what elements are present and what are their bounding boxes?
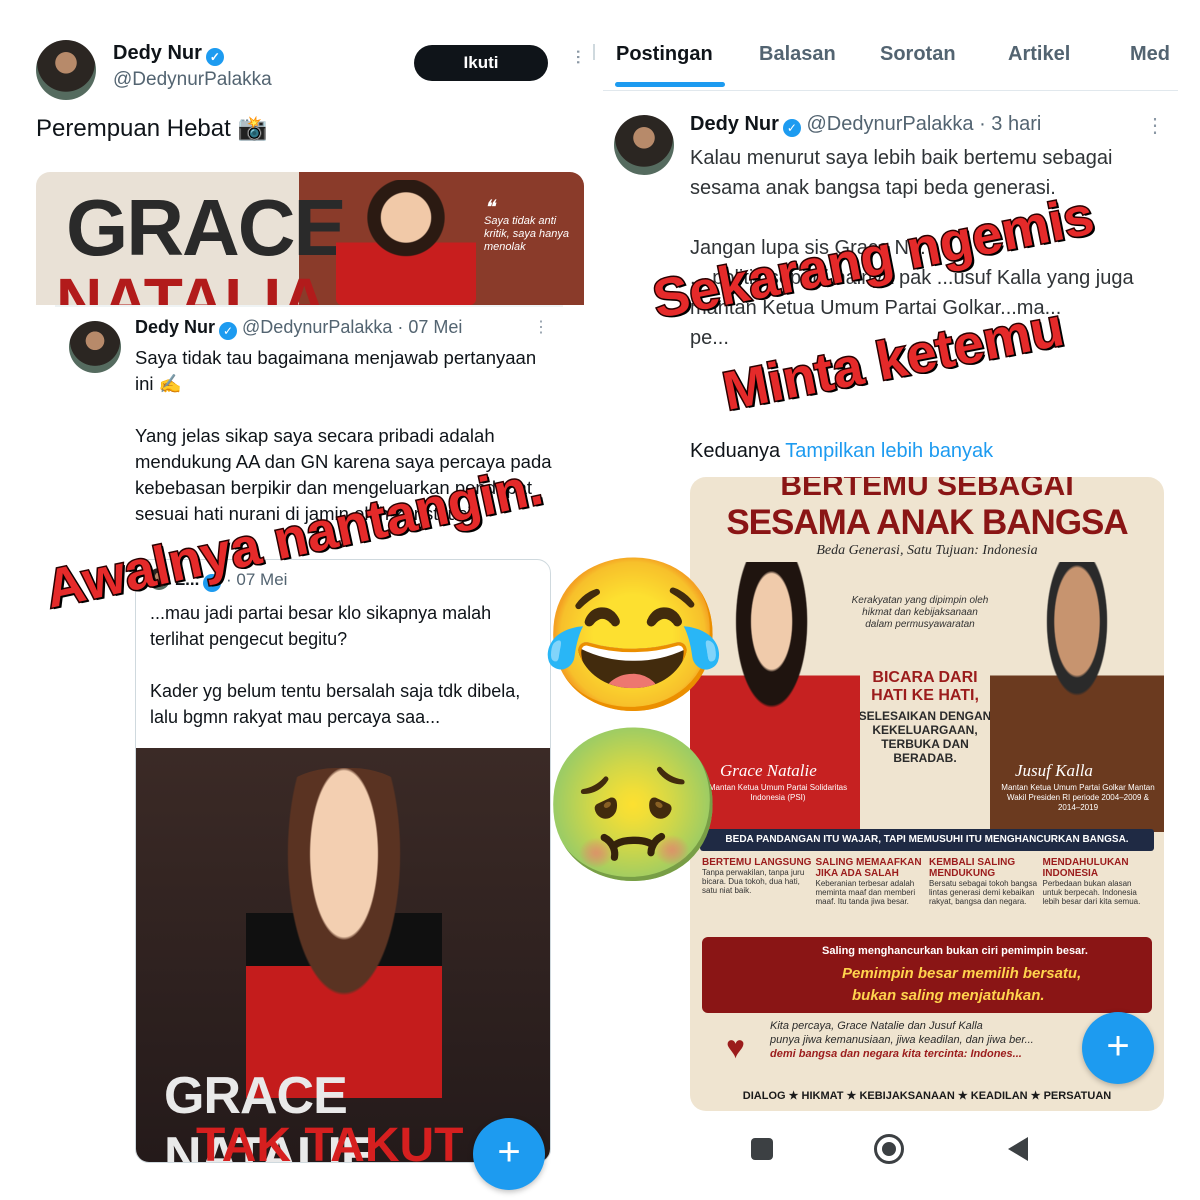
poster-subtitle: TAK TAKUT — [196, 1119, 464, 1163]
right-author-avatar[interactable] — [614, 115, 674, 175]
info-subtitle: Beda Generasi, Satu Tujuan: Indonesia — [816, 543, 1038, 558]
info-center2: SELESAIKAN DENGAN KEKELUARGAAN, TERBUKA … — [858, 709, 992, 765]
point-4: MENDAHULUKAN INDONESIA Perbedaan bukan al… — [1042, 857, 1141, 906]
band-line-1: Saling menghancurkan bukan ciri pemimpin… — [822, 945, 1088, 957]
info-footer: DIALOG ★ HIKMAT ★ KEBIJAKSANAAN ★ KEADIL… — [742, 1090, 1112, 1102]
banner-title: GRACE — [66, 183, 347, 272]
info-quote: Kerakyatan yang dipimpin oleh hikmat dan… — [851, 595, 989, 630]
quoted-post[interactable]: Dedy Nur ✓ @DedynurPalakka · 07 Mei ⋮ Say… — [55, 305, 563, 1185]
point-3: KEMBALI SALING MENDUKUNG Bersatu sebagai … — [929, 857, 1038, 906]
active-tab-indicator — [615, 82, 725, 87]
heart-icon: ♥ — [726, 1029, 745, 1065]
info-red-band: Saling menghancurkan bukan ciri pemimpin… — [702, 937, 1152, 1013]
banner-portrait — [336, 180, 476, 305]
quoted-more-icon[interactable]: ⋮ — [533, 317, 549, 337]
info-center1: BICARA DARI HATI KE HATI, — [871, 669, 979, 704]
quote-mark-icon: ❝ — [484, 197, 495, 219]
info-top: BERTEMU SEBAGAI — [780, 477, 1074, 502]
grace-role: Mantan Ketua Umum Partai Solidaritas Ind… — [708, 783, 848, 802]
recent-apps-button[interactable] — [751, 1138, 773, 1160]
tab-media[interactable]: Med — [1130, 43, 1170, 66]
point-2: SALING MEMAAFKAN JIKA ADA SALAH Keberania… — [815, 857, 922, 906]
infographic-image[interactable]: BERTEMU SEBAGAI SESAMA ANAK BANGSA Beda … — [690, 477, 1164, 1111]
compose-post-button[interactable]: + — [473, 1118, 545, 1190]
verified-badge-icon: ✓ — [782, 119, 801, 137]
author-avatar[interactable] — [36, 40, 96, 100]
quoted-author-avatar[interactable] — [69, 321, 121, 373]
right-post-header: Dedy Nur ✓ @DedynurPalakka · 3 hari — [690, 113, 1042, 137]
tab-sorotan[interactable]: Sorotan — [880, 43, 956, 66]
nested-poster-image[interactable]: GRACE NATALIE TAK TAKUT — [136, 748, 550, 1163]
author-name[interactable]: Dedy Nur ✓ — [113, 42, 224, 66]
nested-quote-card[interactable]: L... ✓ · 07 Mei ...mau jadi partai besar … — [135, 559, 551, 1163]
nested-text: ...mau jadi partai besar klo sikapnya ma… — [150, 603, 521, 727]
band-line-2: Pemimpin besar memilih bersatu, — [842, 965, 1082, 982]
info-closing: Kita percaya, Grace Natalie dan Jusuf Ka… — [770, 1020, 1034, 1060]
nauseated-face-emoji-icon: 🤢 — [540, 721, 727, 889]
screenshot-collage: Dedy Nur ✓ @DedynurPalakka Ikuti ··· Pere… — [0, 0, 1200, 1200]
laughing-crying-emoji-icon: 😂 — [540, 551, 727, 719]
post-media-banner[interactable]: GRACE NATALIA ❝ Saya tidak anti kritik, … — [36, 172, 584, 305]
follow-button[interactable]: Ikuti — [414, 45, 548, 81]
band-line-3: bukan saling menjatuhkan. — [852, 987, 1045, 1004]
back-button[interactable] — [1008, 1137, 1028, 1161]
grace-name: Grace Natalie — [720, 761, 817, 780]
post-text: Perempuan Hebat 📸 — [36, 115, 268, 142]
poster-portrait — [246, 768, 442, 1098]
right-more-options-icon[interactable]: ⋮ — [1145, 113, 1165, 138]
verified-badge-icon: ✓ — [219, 322, 238, 340]
info-points: BERTEMU LANGSUNG Tanpa perwakilan, tanpa … — [702, 857, 1152, 933]
right-post-more: Keduanya Tampilkan lebih banyak — [690, 440, 994, 462]
info-banner: BEDA PANDANGAN ITU WAJAR, TAPI MEMUSUHI … — [700, 829, 1154, 851]
tab-artikel[interactable]: Artikel — [1008, 43, 1070, 66]
verified-badge-icon: ✓ — [205, 48, 224, 66]
banner-title-2: NATALIA — [56, 265, 328, 305]
jusuf-name: Jusuf Kalla — [1015, 761, 1093, 780]
compose-post-button-right[interactable]: + — [1082, 1012, 1154, 1084]
tab-postingan[interactable]: Postingan — [616, 43, 713, 66]
quoted-header: Dedy Nur ✓ @DedynurPalakka · 07 Mei — [135, 317, 463, 340]
tab-balasan[interactable]: Balasan — [759, 43, 836, 66]
tab-divider — [593, 44, 595, 60]
profile-tabs: Postingan Balasan Sorotan Artikel Med — [603, 38, 1200, 88]
show-more-link[interactable]: Tampilkan lebih banyak — [785, 440, 993, 462]
tabs-border — [603, 90, 1178, 91]
more-options-icon[interactable]: ··· — [566, 48, 592, 64]
home-dot — [882, 1142, 896, 1156]
jusuf-role: Mantan Ketua Umum Partai Golkar Mantan W… — [1001, 783, 1155, 812]
info-headline: SESAMA ANAK BANGSA — [726, 503, 1128, 542]
author-handle[interactable]: @DedynurPalakka — [113, 69, 272, 91]
banner-quote: ❝ Saya tidak anti kritik, saya hanya men… — [484, 197, 576, 254]
home-button[interactable] — [874, 1134, 904, 1164]
